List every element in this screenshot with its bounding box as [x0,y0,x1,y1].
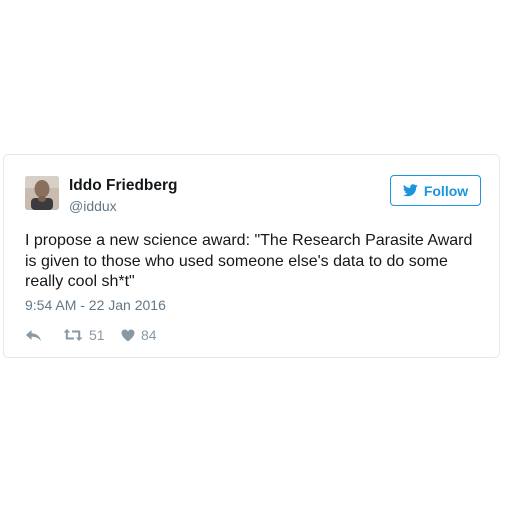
retweet-icon [63,329,83,341]
bird-icon [402,184,418,197]
tweet-text: I propose a new science award: "The Rese… [25,232,473,290]
heart-icon [121,329,135,341]
retweet-button[interactable]: 51 [63,327,105,343]
retweet-count: 51 [89,327,105,343]
author-name[interactable]: Iddo Friedberg [69,177,178,195]
tweet-actions: 51 84 [25,327,225,345]
avatar-photo-icon [25,176,59,210]
avatar[interactable] [25,176,59,210]
reply-button[interactable] [25,329,42,342]
tweet-card: Iddo Friedberg @iddux Follow I propose a… [3,154,500,358]
author-handle[interactable]: @iddux [69,198,117,214]
reply-icon [26,330,41,341]
follow-button[interactable]: Follow [390,175,481,206]
follow-label: Follow [423,182,469,199]
tweet-timestamp[interactable]: 9:54 AM - 22 Jan 2016 [25,297,166,313]
like-button[interactable]: 84 [121,327,157,343]
like-count: 84 [141,327,157,343]
